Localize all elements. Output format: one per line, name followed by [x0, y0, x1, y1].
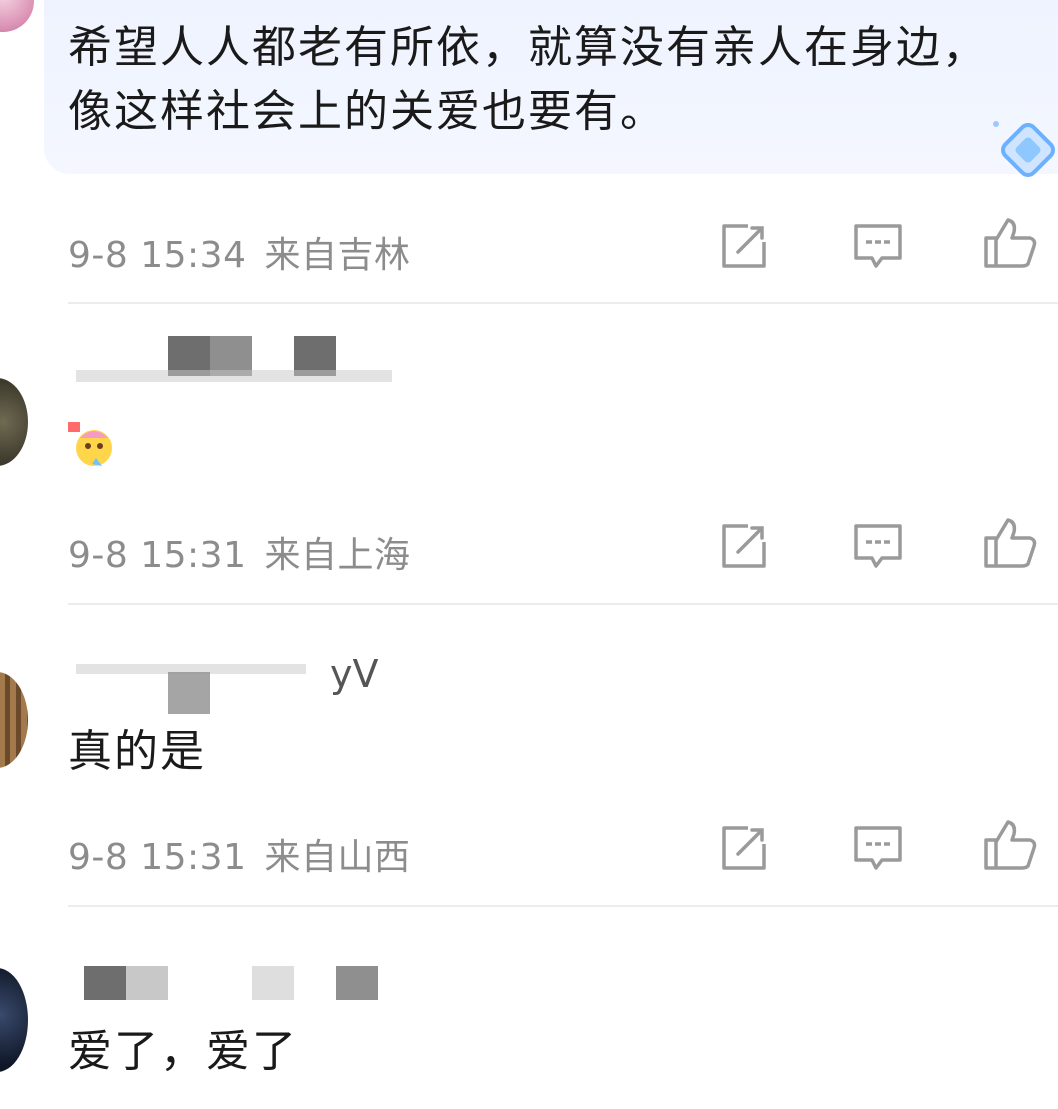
comment-meta: 9-8 15:34 来自吉林 — [68, 226, 411, 278]
comment-text: 真的是 — [68, 726, 206, 777]
comment-time: 9-8 15:31 — [68, 837, 247, 878]
avatar[interactable] — [0, 968, 28, 1072]
username-blur — [336, 966, 378, 1000]
avatar[interactable] — [0, 378, 28, 466]
reply-icon[interactable] — [852, 520, 904, 572]
comment-meta: 9-8 15:31 来自上海 — [68, 526, 411, 578]
comment-location: 来自吉林 — [264, 235, 411, 276]
divider — [68, 905, 1058, 907]
divider — [68, 302, 1058, 304]
like-icon[interactable] — [982, 514, 1038, 570]
avatar[interactable] — [0, 0, 34, 32]
username-blur — [76, 370, 392, 382]
divider — [68, 603, 1058, 605]
comment-location: 来自上海 — [264, 535, 411, 576]
comment-time: 9-8 15:31 — [68, 535, 247, 576]
reply-icon[interactable] — [852, 822, 904, 874]
share-icon[interactable] — [718, 822, 770, 874]
gem-badge-icon — [993, 121, 1055, 177]
share-icon[interactable] — [718, 220, 770, 272]
reply-icon[interactable] — [852, 220, 904, 272]
username-blur — [168, 672, 210, 714]
comment-location: 来自山西 — [264, 837, 411, 878]
username-blur — [252, 966, 294, 1000]
username-blur — [126, 966, 168, 1000]
username-blur — [84, 966, 126, 1000]
comment-text: 爱了，爱了 — [68, 1026, 298, 1077]
sticker-emoji — [68, 422, 112, 466]
comment-meta: 9-8 15:31 来自山西 — [68, 828, 411, 880]
avatar[interactable] — [0, 672, 28, 768]
like-icon[interactable] — [982, 214, 1038, 270]
like-icon[interactable] — [982, 816, 1038, 872]
share-icon[interactable] — [718, 520, 770, 572]
username-suffix[interactable]: yV — [330, 652, 378, 696]
comment-time: 9-8 15:34 — [68, 235, 247, 276]
comment-text: 希望人人都老有所依，就算没有亲人在身边，像这样社会上的关爱也要有。 — [68, 22, 988, 137]
